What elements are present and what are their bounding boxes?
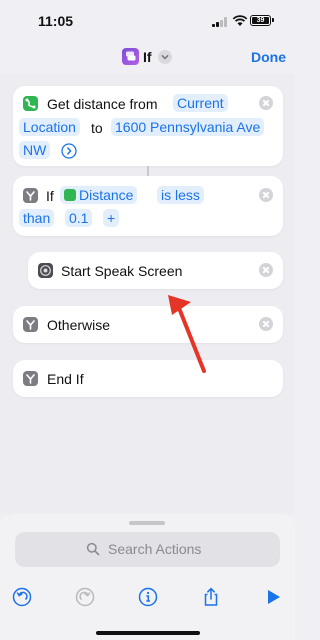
end-if-action[interactable]: End If [13, 360, 283, 397]
remove-action-button[interactable] [259, 263, 273, 277]
done-button[interactable]: Done [251, 49, 286, 65]
distance-variable-label: Distance [79, 187, 134, 203]
from-location-token-line2[interactable]: Location [19, 118, 80, 136]
to-label: to [91, 120, 103, 136]
to-location-token[interactable]: 1600 Pennsylvania Ave [111, 118, 265, 136]
wifi-icon [232, 15, 248, 26]
to-location-token-line2[interactable]: NW [19, 141, 51, 159]
condition-token[interactable]: is less [157, 186, 204, 204]
search-icon [86, 542, 100, 556]
end-if-label: End If [47, 371, 84, 387]
otherwise-label: Otherwise [47, 317, 111, 333]
chevron-down-icon [161, 55, 169, 60]
status-time: 11:05 [38, 13, 74, 29]
title-menu-button[interactable] [158, 50, 172, 64]
cellular-signal-icon [212, 17, 228, 27]
nav-bar: If Done [0, 40, 295, 74]
battery-icon: 39 [250, 15, 271, 26]
battery-tip [272, 18, 274, 22]
distance-icon [64, 189, 76, 201]
from-location-token[interactable]: Current [173, 94, 228, 112]
remove-action-button[interactable] [259, 317, 273, 331]
if-action[interactable]: If Distance is less than 0.1 + [13, 176, 283, 236]
get-distance-label: Get distance from [47, 96, 158, 112]
value-token[interactable]: 0.1 [65, 209, 93, 227]
home-indicator [96, 631, 200, 635]
get-distance-action[interactable]: Get distance from Current Location to 16… [13, 86, 283, 166]
speak-screen-action[interactable]: Start Speak Screen [28, 252, 283, 289]
if-label: If [46, 188, 54, 204]
remove-action-button[interactable] [259, 96, 273, 110]
play-icon[interactable] [262, 586, 284, 608]
otherwise-action[interactable]: Otherwise [13, 306, 283, 343]
status-bar: 11:05 39 [0, 0, 295, 40]
bottom-sheet: Search Actions [0, 514, 295, 640]
shortcut-title[interactable]: If [143, 49, 152, 65]
distance-icon [23, 96, 38, 111]
share-icon[interactable] [200, 586, 222, 608]
speak-screen-icon [38, 263, 53, 278]
search-placeholder: Search Actions [108, 541, 202, 557]
condition-token-line2[interactable]: than [19, 209, 55, 227]
shortcut-app-icon[interactable] [122, 48, 139, 65]
undo-icon[interactable] [11, 586, 33, 608]
layers-icon [126, 51, 136, 61]
redo-icon[interactable] [74, 586, 96, 608]
sheet-grabber[interactable] [129, 521, 165, 525]
info-icon[interactable] [137, 586, 159, 608]
chevron-right-circle-icon[interactable] [61, 143, 77, 159]
if-branch-icon [23, 371, 38, 386]
search-actions-field[interactable]: Search Actions [15, 532, 280, 567]
speak-screen-label: Start Speak Screen [61, 263, 183, 279]
battery-level: 39 [252, 17, 269, 24]
red-arrow-icon [168, 295, 206, 373]
if-branch-icon [23, 188, 38, 203]
if-branch-icon [23, 317, 38, 332]
remove-action-button[interactable] [259, 188, 273, 202]
add-condition-button[interactable]: + [103, 209, 120, 227]
distance-variable-token[interactable]: Distance [60, 186, 138, 204]
action-connector [147, 166, 149, 176]
